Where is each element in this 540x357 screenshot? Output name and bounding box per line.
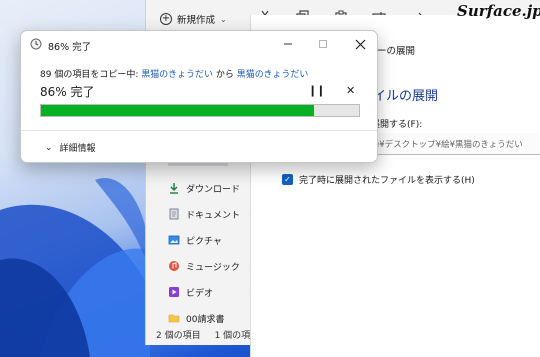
more-details-label: 詳細情報 bbox=[59, 144, 96, 154]
status-bar: 2 個の項目 1 個の項目 bbox=[156, 328, 259, 341]
new-button[interactable]: + 新規作成 ⌄ bbox=[160, 10, 227, 28]
close-button[interactable] bbox=[345, 35, 375, 53]
sidebar-item-downloads[interactable]: ダウンロード ✱ bbox=[168, 179, 256, 197]
extract-title: イルの展開 bbox=[373, 89, 439, 104]
watermark: Surface.jp bbox=[457, 2, 540, 20]
minimize-button[interactable] bbox=[273, 35, 303, 53]
sidebar-item-label: ドキュメント bbox=[186, 210, 241, 221]
picture-icon bbox=[168, 235, 180, 245]
sidebar-item-documents[interactable]: ドキュメント ✱ bbox=[168, 205, 256, 223]
clock-icon bbox=[30, 38, 42, 50]
sidebar-item-label: ダウンロード bbox=[186, 184, 241, 195]
sidebar-item-label: ビデオ bbox=[186, 288, 214, 299]
copy-status-text: 89 個の項目をコピー中: 黒猫のきょうだい から 黒猫のきょうだい bbox=[40, 67, 308, 80]
dialog-title: 86% 完了 bbox=[48, 42, 92, 53]
more-details-button[interactable]: ⌄ 詳細情報 bbox=[45, 141, 96, 155]
sidebar-item-label: 00請求書 bbox=[186, 314, 225, 325]
sidebar-item-label: ミュージック bbox=[186, 262, 240, 273]
pause-button[interactable]: ❙❙ bbox=[308, 84, 325, 97]
sidebar-item-pictures[interactable]: ピクチャ ✱ bbox=[168, 231, 256, 249]
document-icon bbox=[169, 208, 179, 220]
download-icon bbox=[170, 183, 178, 194]
maximize-button[interactable] bbox=[308, 35, 338, 53]
dialog-titlebar[interactable]: 86% 完了 bbox=[21, 31, 377, 57]
close-icon bbox=[355, 39, 365, 49]
from-text: から bbox=[212, 70, 237, 80]
plus-icon: + bbox=[160, 13, 172, 25]
video-icon bbox=[169, 287, 179, 297]
new-button-label: 新規作成 bbox=[177, 15, 216, 26]
sidebar-item-music[interactable]: ミュージック ✱ bbox=[168, 257, 256, 275]
show-files-checkbox-row[interactable]: ✓ 完了時に展開されたファイルを表示する(H) bbox=[282, 173, 475, 186]
cancel-button[interactable]: ✕ bbox=[346, 84, 355, 97]
divider bbox=[21, 130, 377, 131]
destination-path-input[interactable]: ve¥デスクトップ¥絵¥黒猫のきょうだい bbox=[361, 133, 540, 155]
minimize-icon bbox=[284, 43, 292, 45]
music-icon bbox=[169, 261, 179, 271]
copy-progress-dialog: 86% 完了 89 個の項目をコピー中: 黒猫のきょうだい から 黒猫のきょうだ… bbox=[20, 30, 378, 163]
folder-icon bbox=[168, 314, 180, 323]
sidebar-item-label: ピクチャ bbox=[186, 236, 222, 247]
destination-link[interactable]: 黒猫のきょうだい bbox=[237, 70, 309, 80]
progress-bar bbox=[40, 104, 360, 117]
progress-bar-fill bbox=[41, 105, 315, 116]
sidebar-item-videos[interactable]: ビデオ ✱ bbox=[168, 283, 256, 301]
chevron-down-icon: ⌄ bbox=[45, 142, 53, 153]
chevron-down-icon: ⌄ bbox=[220, 14, 227, 24]
percent-complete-label: 86% 完了 bbox=[40, 85, 95, 99]
show-files-checkbox[interactable]: ✓ bbox=[282, 174, 293, 185]
destination-label: 展開する(F): bbox=[371, 120, 423, 130]
show-files-label: 完了時に展開されたファイルを表示する(H) bbox=[299, 176, 475, 186]
sidebar-item-invoices[interactable]: 00請求書 bbox=[168, 309, 256, 327]
copy-count-text: 89 個の項目をコピー中: bbox=[40, 70, 142, 80]
maximize-icon bbox=[319, 40, 327, 48]
item-count: 2 個の項目 bbox=[156, 331, 201, 341]
source-link[interactable]: 黒猫のきょうだい bbox=[141, 70, 213, 80]
